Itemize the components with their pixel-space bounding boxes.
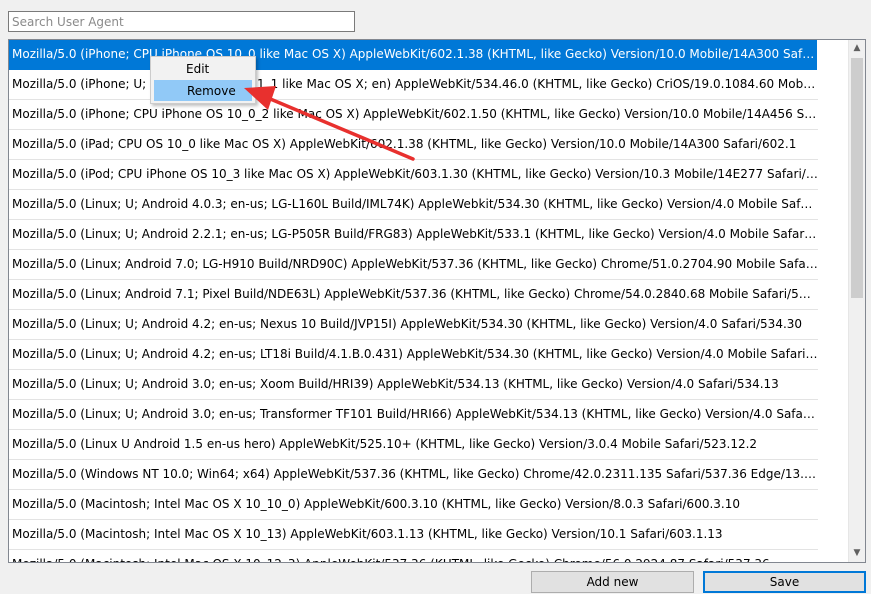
list-item[interactable]: Mozilla/5.0 (Linux; Android 7.0; LG-H910…: [9, 250, 818, 280]
chevron-down-icon[interactable]: ▼: [849, 545, 865, 562]
list-item[interactable]: Mozilla/5.0 (Macintosh; Intel Mac OS X 1…: [9, 520, 818, 550]
list-item[interactable]: Mozilla/5.0 (Linux; Android 7.1; Pixel B…: [9, 280, 818, 310]
list-item[interactable]: Mozilla/5.0 (iPhone; U; CPU iPhone OS 5_…: [9, 70, 818, 100]
list-item-selected[interactable]: Mozilla/5.0 (iPhone; CPU iPhone OS 10_0 …: [9, 40, 817, 70]
list-item[interactable]: Mozilla/5.0 (Linux; U; Android 4.2; en-u…: [9, 340, 818, 370]
list-item[interactable]: Mozilla/5.0 (Linux U Android 1.5 en-us h…: [9, 430, 818, 460]
context-menu-edit[interactable]: Edit: [154, 59, 252, 80]
list-item[interactable]: Mozilla/5.0 (Linux; U; Android 4.2; en-u…: [9, 310, 818, 340]
list-item[interactable]: Mozilla/5.0 (Linux; U; Android 2.2.1; en…: [9, 220, 818, 250]
list-item[interactable]: Mozilla/5.0 (Macintosh; Intel Mac OS X 1…: [9, 550, 818, 562]
list-item[interactable]: Mozilla/5.0 (iPad; CPU OS 10_0 like Mac …: [9, 130, 818, 160]
context-menu-remove[interactable]: Remove: [154, 80, 252, 101]
add-new-button[interactable]: Add new: [531, 571, 694, 593]
vertical-scrollbar[interactable]: ▲ ▼: [848, 40, 865, 562]
list-item[interactable]: Mozilla/5.0 (Macintosh; Intel Mac OS X 1…: [9, 490, 818, 520]
context-menu: Edit Remove: [150, 56, 256, 104]
list-item[interactable]: Mozilla/5.0 (Linux; U; Android 3.0; en-u…: [9, 400, 818, 430]
search-user-agent-input[interactable]: [8, 11, 355, 32]
list-item[interactable]: Mozilla/5.0 (Windows NT 10.0; Win64; x64…: [9, 460, 818, 490]
scrollbar-thumb[interactable]: [851, 58, 863, 298]
user-agent-rows: Mozilla/5.0 (iPhone; CPU iPhone OS 10_0 …: [9, 40, 849, 562]
chevron-up-icon[interactable]: ▲: [849, 40, 865, 57]
list-item[interactable]: Mozilla/5.0 (iPod; CPU iPhone OS 10_3 li…: [9, 160, 818, 190]
list-item[interactable]: Mozilla/5.0 (Linux; U; Android 3.0; en-u…: [9, 370, 818, 400]
user-agent-list[interactable]: Mozilla/5.0 (iPhone; CPU iPhone OS 10_0 …: [8, 39, 866, 563]
save-button[interactable]: Save: [703, 571, 866, 593]
list-item[interactable]: Mozilla/5.0 (Linux; U; Android 4.0.3; en…: [9, 190, 818, 220]
list-item[interactable]: Mozilla/5.0 (iPhone; CPU iPhone OS 10_0_…: [9, 100, 818, 130]
